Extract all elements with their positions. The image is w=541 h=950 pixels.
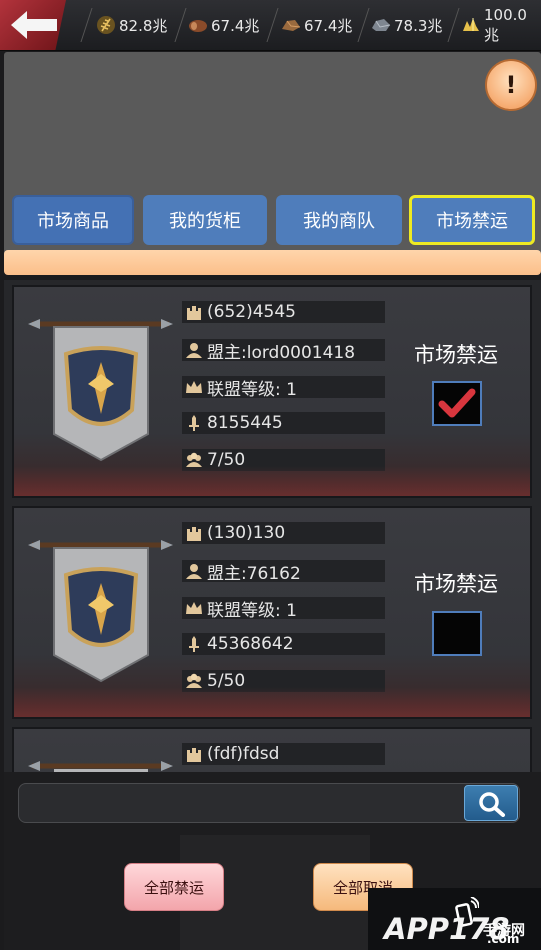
alliance-card: (fdf)fdsd bbox=[12, 727, 532, 772]
ban-all-button[interactable]: 全部禁运 bbox=[124, 863, 224, 911]
resource-value: 78.3兆 bbox=[394, 16, 443, 35]
resource-value: 100.0兆 bbox=[484, 5, 527, 44]
castle-icon bbox=[184, 302, 204, 322]
tab-my-cabinet[interactable]: 我的货柜 bbox=[143, 195, 267, 245]
alliance-banner-icon bbox=[28, 540, 173, 683]
alliance-name: (130)130 bbox=[207, 523, 286, 543]
resource-separator bbox=[266, 8, 279, 42]
resource-separator bbox=[447, 8, 460, 42]
alliance-banner-icon bbox=[28, 319, 173, 462]
alliance-name-row: (fdf)fdsd bbox=[182, 743, 385, 765]
alliance-level-row: 联盟等级: 1 bbox=[182, 376, 385, 400]
resource-separator bbox=[174, 8, 187, 42]
castle-icon bbox=[184, 744, 204, 764]
tab-market-goods[interactable]: 市场商品 bbox=[12, 195, 134, 245]
resource-value: 67.4兆 bbox=[304, 16, 353, 35]
resource-bar: 82.8兆 67.4兆 67.4兆 78.3兆 100.0兆 bbox=[0, 0, 541, 51]
grain-icon bbox=[96, 15, 116, 35]
crown-icon bbox=[184, 377, 204, 397]
alliance-card: (130)130 盟主:76162 联盟等级: 1 45368642 5/50 … bbox=[12, 506, 532, 719]
alliance-members: 7/50 bbox=[207, 450, 246, 470]
alliance-banner-icon bbox=[28, 761, 173, 772]
tab-content-strip bbox=[4, 250, 541, 275]
resource-value: 82.8兆 bbox=[119, 16, 168, 35]
tab-label: 我的商队 bbox=[303, 211, 375, 232]
ore-icon bbox=[281, 15, 301, 35]
alliance-name-row: (652)4545 bbox=[182, 301, 385, 323]
alliance-name: (fdf)fdsd bbox=[207, 744, 280, 764]
castle-icon bbox=[184, 523, 204, 543]
alliance-power-row: 8155445 bbox=[182, 412, 385, 434]
tab-my-caravan[interactable]: 我的商队 bbox=[276, 195, 402, 245]
search-field[interactable] bbox=[27, 790, 461, 818]
alliance-leader: 盟主:76162 bbox=[207, 563, 301, 584]
resource-stone: 78.3兆 bbox=[371, 0, 442, 50]
tab-market-embargo[interactable]: 市场禁运 bbox=[409, 195, 535, 245]
alliance-level: 联盟等级: 1 bbox=[207, 600, 297, 621]
resource-separator bbox=[357, 8, 370, 42]
tab-label: 我的货柜 bbox=[169, 211, 241, 232]
embargo-label: 市场禁运 bbox=[414, 572, 498, 596]
resource-ore: 67.4兆 bbox=[281, 0, 352, 50]
gold-icon bbox=[461, 15, 481, 35]
user-icon bbox=[184, 561, 204, 581]
alliance-power: 8155445 bbox=[207, 413, 283, 433]
embargo-checkbox[interactable] bbox=[432, 611, 482, 656]
alliance-name-row: (130)130 bbox=[182, 522, 385, 544]
resource-grain: 82.8兆 bbox=[96, 0, 167, 50]
alliance-leader-row: 盟主:76162 bbox=[182, 560, 385, 584]
button-label: 全部禁运 bbox=[143, 878, 204, 897]
search-button[interactable] bbox=[464, 785, 518, 821]
watermark-domain: .com bbox=[487, 932, 520, 946]
resource-gold: 100.0兆 bbox=[461, 0, 541, 50]
embargo-checkbox[interactable] bbox=[432, 381, 482, 426]
sword-icon bbox=[184, 413, 204, 433]
members-icon bbox=[184, 450, 204, 470]
embargo-label: 市场禁运 bbox=[414, 343, 498, 367]
search-input[interactable] bbox=[18, 783, 520, 823]
alliance-level: 联盟等级: 1 bbox=[207, 379, 297, 400]
checkmark-icon bbox=[438, 388, 476, 418]
alliance-members-row: 5/50 bbox=[182, 670, 385, 692]
back-arrow-icon bbox=[11, 11, 57, 39]
user-icon bbox=[184, 340, 204, 360]
wood-icon bbox=[188, 15, 208, 35]
alliance-power-row: 45368642 bbox=[182, 633, 385, 655]
tab-label: 市场禁运 bbox=[436, 211, 508, 232]
crown-icon bbox=[184, 598, 204, 618]
alliance-power: 45368642 bbox=[207, 634, 294, 654]
members-icon bbox=[184, 671, 204, 691]
stone-icon bbox=[371, 15, 391, 35]
alliance-name: (652)4545 bbox=[207, 302, 296, 322]
alliance-leader-row: 盟主:lord0001418 bbox=[182, 339, 385, 363]
search-icon bbox=[479, 792, 505, 817]
resource-value: 67.4兆 bbox=[211, 16, 260, 35]
sword-icon bbox=[184, 634, 204, 654]
tab-label: 市场商品 bbox=[37, 211, 109, 232]
alliance-leader: 盟主:lord0001418 bbox=[207, 342, 356, 363]
alliance-members: 5/50 bbox=[207, 671, 246, 691]
alliance-list[interactable]: (652)4545 盟主:lord0001418 联盟等级: 1 8155445… bbox=[4, 280, 541, 772]
alliance-members-row: 7/50 bbox=[182, 449, 385, 471]
alliance-level-row: 联盟等级: 1 bbox=[182, 597, 385, 621]
resource-wood: 67.4兆 bbox=[188, 0, 259, 50]
alliance-card: (652)4545 盟主:lord0001418 联盟等级: 1 8155445… bbox=[12, 285, 532, 498]
back-button[interactable] bbox=[0, 0, 66, 50]
info-button[interactable]: ! bbox=[485, 59, 537, 111]
resource-separator bbox=[80, 8, 93, 42]
